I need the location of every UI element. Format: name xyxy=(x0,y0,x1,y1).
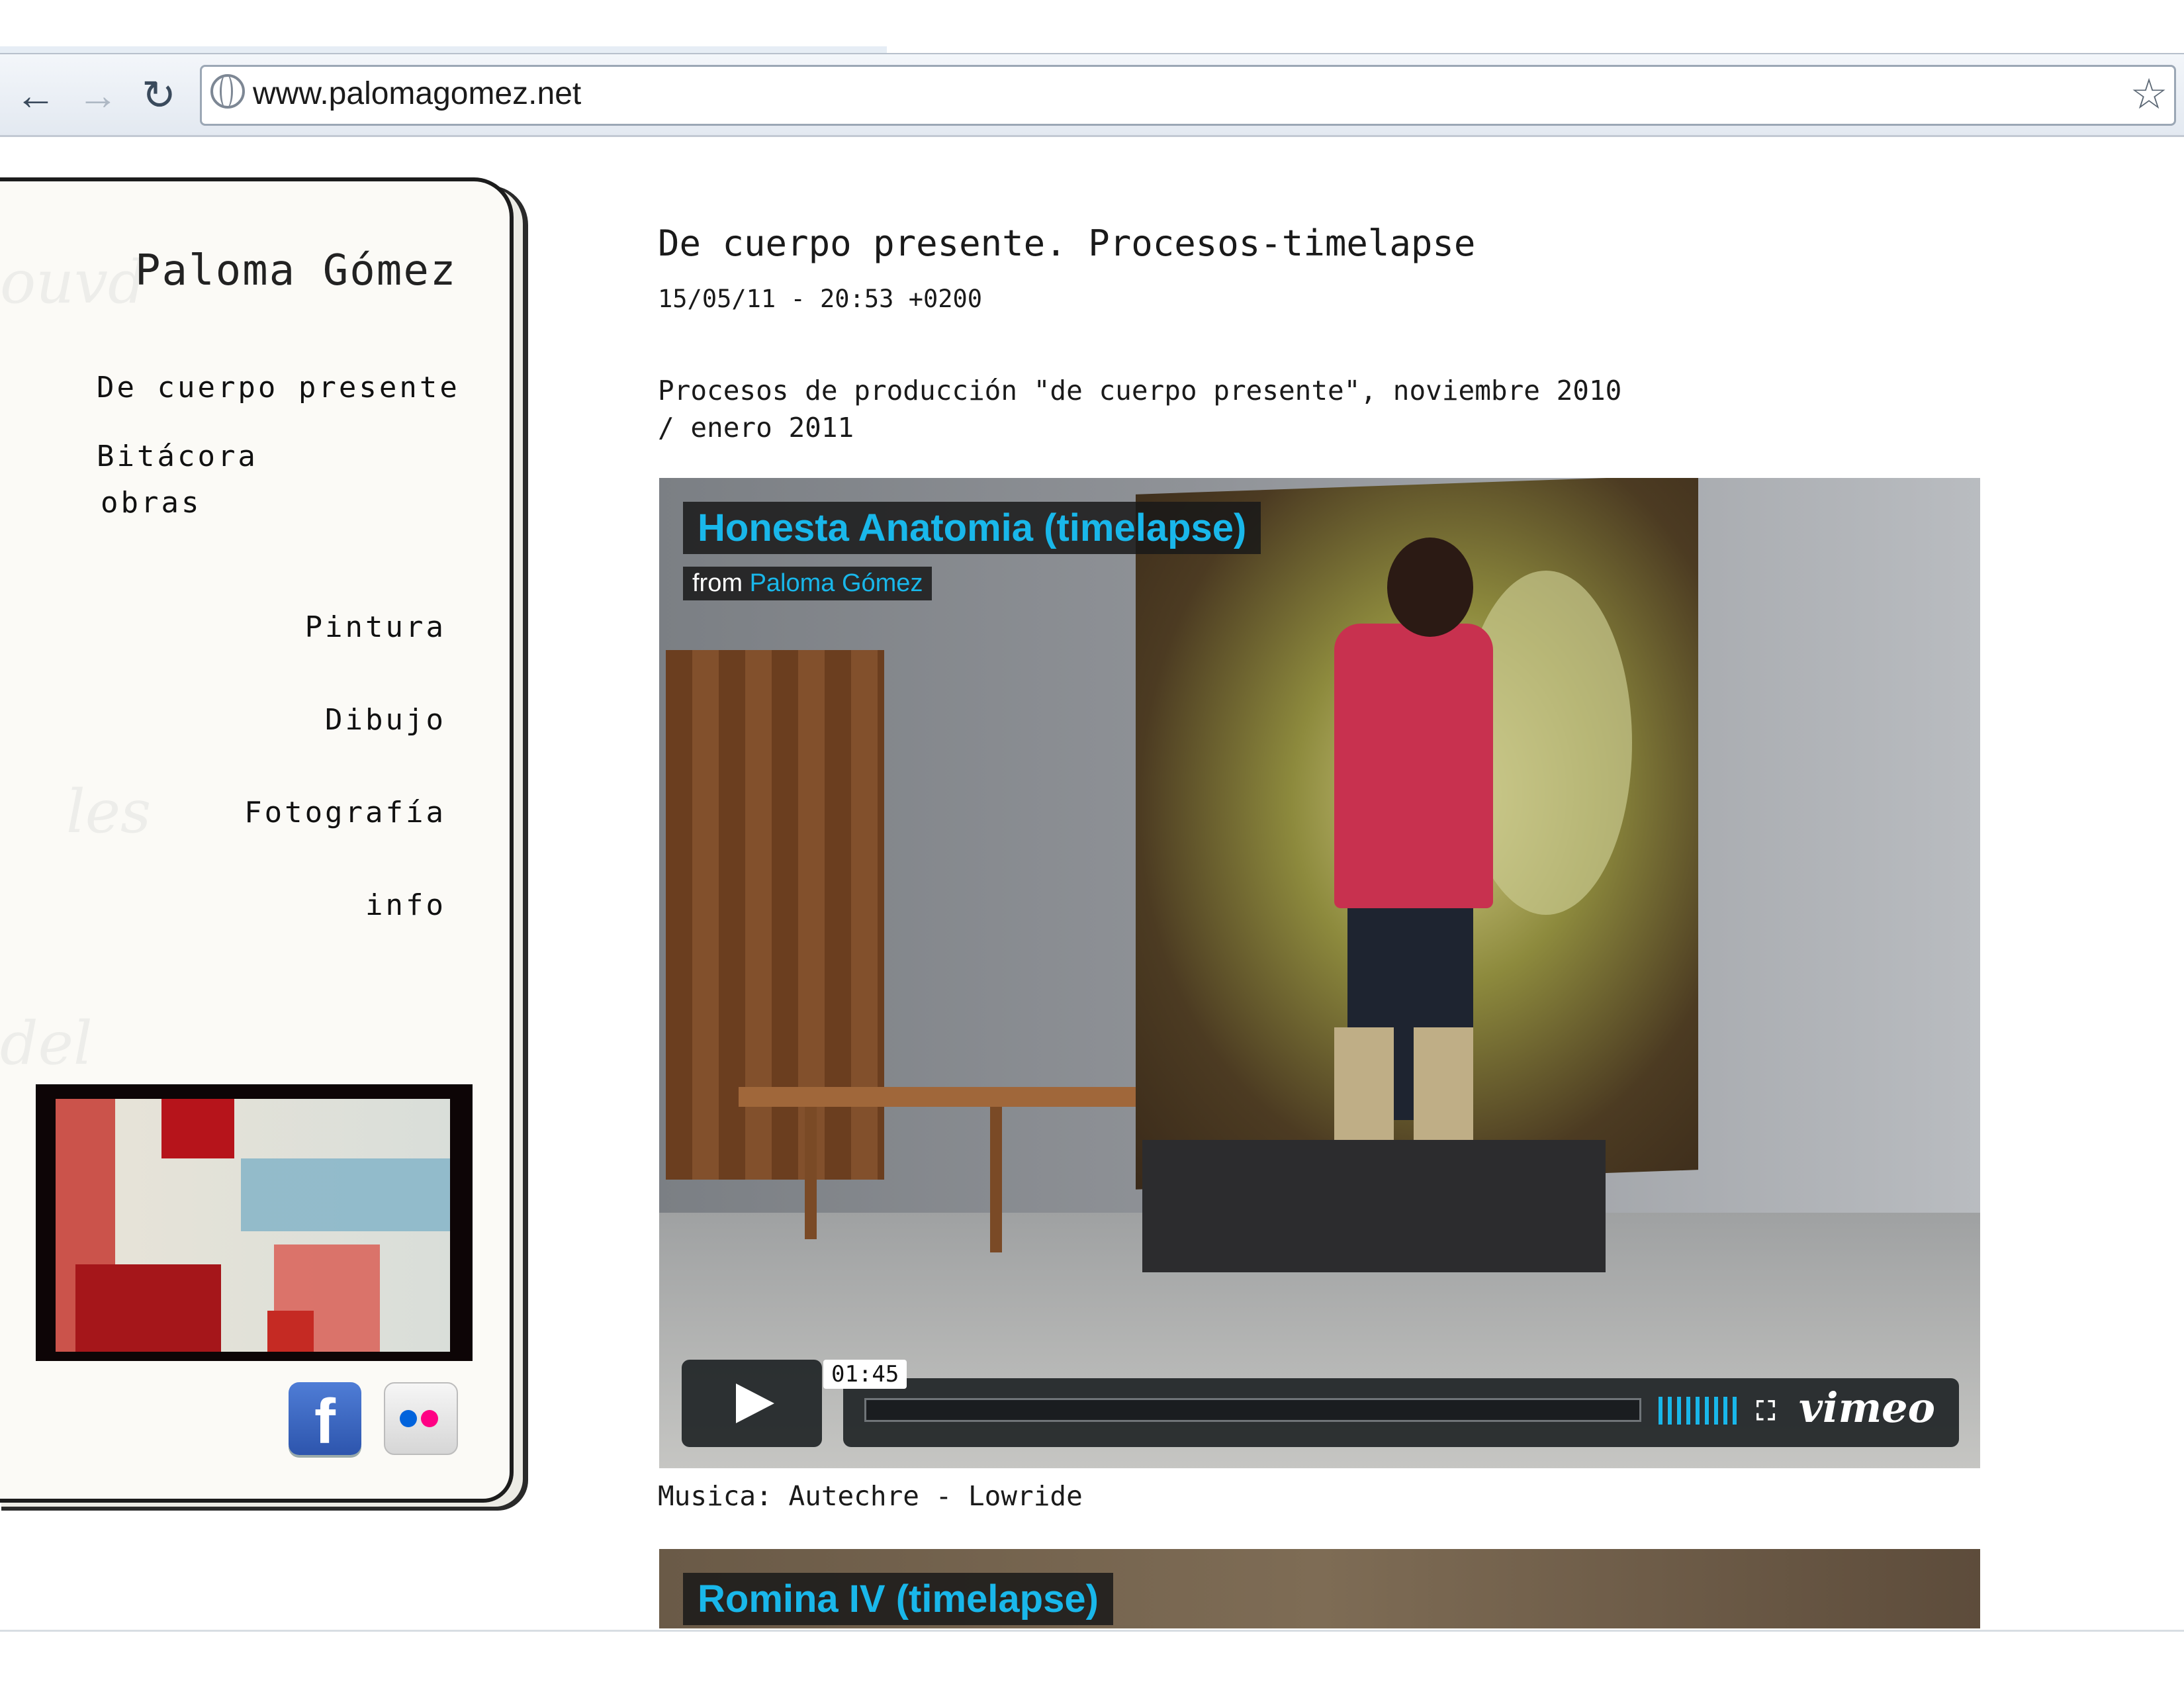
video-scene-platform xyxy=(1142,1140,1606,1272)
video-progress-bar[interactable] xyxy=(864,1398,1641,1422)
background-scribble: les xyxy=(66,777,152,847)
video-scene-figure-body xyxy=(1334,624,1493,908)
nav-info[interactable]: info xyxy=(365,888,446,922)
play-button[interactable] xyxy=(682,1360,822,1447)
background-scribble: ouvd xyxy=(0,248,146,317)
volume-icon[interactable] xyxy=(1659,1397,1737,1425)
facebook-icon[interactable]: f xyxy=(289,1382,361,1457)
globe-icon xyxy=(210,74,245,109)
video-title[interactable]: Honesta Anatomia (timelapse) xyxy=(683,502,1261,554)
post-body: Procesos de producción "de cuerpo presen… xyxy=(658,375,1622,444)
video-byline: from Paloma Gómez xyxy=(683,567,933,600)
video-scene-table-leg xyxy=(805,1107,817,1239)
video-player-frame[interactable]: Honesta Anatomia (timelapse) from Paloma… xyxy=(659,478,1980,1468)
flickr-pink-dot xyxy=(421,1410,438,1427)
reload-icon[interactable]: ↻ xyxy=(132,70,185,122)
video-title-2[interactable]: Romina IV (timelapse) xyxy=(683,1573,1113,1625)
art-block xyxy=(241,1158,450,1231)
art-block xyxy=(267,1311,314,1352)
video-timecode: 01:45 xyxy=(823,1360,907,1389)
background-scribble: del xyxy=(0,1009,93,1078)
post-title[interactable]: De cuerpo presente. Procesos-timelapse xyxy=(658,222,1475,264)
nav-obras-heading: obras xyxy=(101,486,202,520)
post-date: 15/05/11 - 20:53 +0200 xyxy=(658,285,983,313)
video-scene-boot xyxy=(1414,1027,1473,1140)
nav-pintura[interactable]: Pintura xyxy=(305,610,446,644)
video-player-frame-2[interactable]: Romina IV (timelapse) xyxy=(659,1549,1980,1628)
back-arrow-icon[interactable]: ← xyxy=(9,70,62,122)
vimeo-logo[interactable]: vimeo xyxy=(1799,1384,1935,1432)
video-scene-figure-head xyxy=(1387,538,1473,637)
art-block xyxy=(75,1264,221,1352)
flickr-blue-dot xyxy=(400,1410,417,1427)
url-text[interactable]: www.palomagomez.net xyxy=(253,71,581,117)
nav-fotografia[interactable]: Fotografía xyxy=(244,796,446,829)
video-from-label: from xyxy=(692,569,743,597)
site-title[interactable]: Paloma Gómez xyxy=(135,246,457,295)
video-author-link[interactable]: Paloma Gómez xyxy=(750,569,923,597)
art-block xyxy=(161,1099,234,1158)
tab-strip xyxy=(0,0,2184,55)
forward-arrow-icon[interactable]: → xyxy=(71,70,124,122)
flickr-icon[interactable] xyxy=(384,1382,458,1455)
video-scene-table xyxy=(739,1087,1136,1107)
tab-underline xyxy=(0,46,887,53)
video-scene-table-leg xyxy=(990,1107,1002,1252)
nav-de-cuerpo-presente[interactable]: De cuerpo presente xyxy=(97,371,460,404)
video-scene-boot xyxy=(1334,1027,1394,1140)
nav-dibujo[interactable]: Dibujo xyxy=(325,703,446,737)
nav-bitacora[interactable]: Bitácora xyxy=(97,440,258,473)
bookmark-star-icon[interactable]: ☆ xyxy=(2126,69,2172,119)
artwork-thumbnail[interactable] xyxy=(56,1099,450,1352)
music-credit: Musica: Autechre - Lowride xyxy=(658,1480,1083,1512)
browser-status-area xyxy=(0,1630,2184,1690)
fullscreen-icon[interactable]: ⛶ xyxy=(1752,1398,1779,1425)
